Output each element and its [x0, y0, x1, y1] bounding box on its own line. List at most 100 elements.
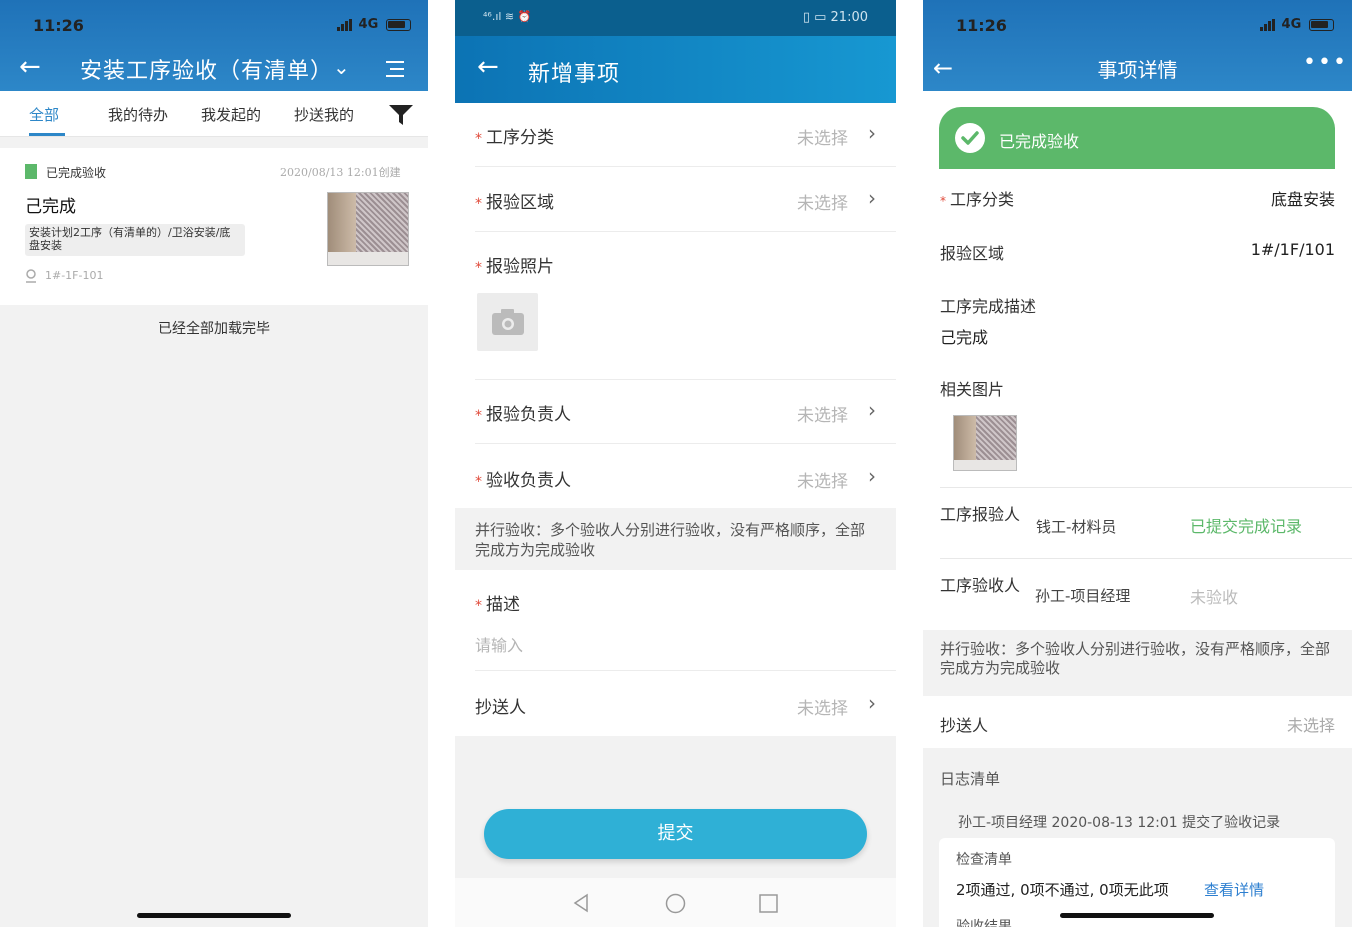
- form-lower: * 描述 请输入 抄送人 未选择 ›: [455, 570, 896, 736]
- acceptor-status: 未验收: [1190, 588, 1239, 607]
- chevron-right-icon: ›: [868, 691, 876, 715]
- checklist-summary: 2项通过, 0项不通过, 0项无此项: [956, 881, 1169, 899]
- signal-icon: [337, 18, 354, 31]
- tab-my-todo[interactable]: 我的待办: [108, 104, 168, 125]
- submit-button[interactable]: 提交: [484, 809, 867, 859]
- signal-icon: [1260, 18, 1277, 31]
- filter-icon[interactable]: [388, 103, 414, 127]
- page-title[interactable]: 安装工序验收（有清单）: [80, 53, 333, 85]
- item-photo[interactable]: [327, 192, 409, 266]
- chevron-right-icon: ›: [868, 398, 876, 422]
- result-label: 验收结果: [956, 919, 1012, 927]
- loaded-all-text: 已经全部加载完毕: [158, 321, 270, 337]
- more-icon[interactable]: •••: [1303, 50, 1348, 75]
- required-mark: *: [475, 131, 482, 147]
- cc-label: 抄送人: [940, 716, 989, 735]
- area-value: 1#/1F/101: [1250, 240, 1335, 259]
- description-input[interactable]: 请输入: [475, 632, 523, 656]
- cc-value[interactable]: 未选择: [1287, 712, 1335, 736]
- status-indicators: 4G: [1260, 17, 1334, 32]
- form: * 工序分类 未选择 › * 报验区域 未选择 › * 报验照片 * 报验负责人 未选择…: [455, 103, 896, 508]
- tab-all[interactable]: 全部: [29, 104, 59, 125]
- battery-icon: [1308, 18, 1334, 31]
- chevron-right-icon: ›: [868, 464, 876, 488]
- acceptor-name: 孙工-项目经理: [1035, 587, 1131, 605]
- required-mark: *: [475, 474, 482, 490]
- category-label: * 工序分类: [940, 190, 1015, 209]
- row-label: 报验区域: [486, 193, 554, 213]
- network-type: 4G: [358, 17, 379, 32]
- network-type: 4G: [1281, 17, 1302, 32]
- status-bar: ⁴⁶.ıl ≋ ⏰ ▯ ▭ 21:00: [455, 0, 896, 36]
- header: ← 新增事项: [455, 36, 896, 103]
- back-arrow-icon[interactable]: ←: [477, 52, 499, 82]
- completion-desc-label: 工序完成描述: [940, 297, 1037, 316]
- divider: [940, 558, 1352, 559]
- required-mark: *: [475, 408, 482, 424]
- row-label: 描述: [486, 595, 520, 615]
- required-mark: *: [475, 598, 482, 614]
- status-left: ⁴⁶.ıl ≋ ⏰: [483, 10, 532, 23]
- related-photo[interactable]: [953, 415, 1017, 471]
- home-indicator[interactable]: [137, 913, 291, 918]
- area-label: 报验区域: [940, 244, 1005, 263]
- banner-text: 已完成验收: [999, 132, 1080, 151]
- parallel-acceptance-note: 并行验收：多个验收人分别进行验收，没有严格顺序，全部完成方为完成验收: [923, 630, 1352, 696]
- row-acceptance-owner[interactable]: * 验收负责人 未选择 ›: [475, 444, 896, 508]
- reporter-name: 钱工-材料员: [1036, 518, 1117, 536]
- reporter-label: 工序报验人: [940, 505, 1021, 524]
- camera-icon: [492, 309, 524, 335]
- log-list: 孙工-项目经理 2020-08-13 12:01 提交了验收记录 检查清单 2项…: [923, 794, 1352, 927]
- page-title: 事项详情: [1097, 58, 1178, 82]
- check-circle-icon: [955, 123, 985, 153]
- log-entry: 孙工-项目经理 2020-08-13 12:01 提交了验收记录: [958, 815, 1281, 831]
- android-nav-bar: [455, 878, 896, 927]
- row-inspection-area[interactable]: * 报验区域 未选择 ›: [475, 167, 896, 232]
- screen-item-detail: 11:26 4G ← 事项详情 ••• 已完成验收 * 工序分类 底盘安装 报验区…: [923, 0, 1352, 927]
- row-label: 抄送人: [475, 698, 526, 718]
- list-item[interactable]: 已完成验收 2020/08/13 12:01创建 己完成 安装计划2工序（有清单…: [0, 148, 428, 305]
- parallel-acceptance-note: 并行验收：多个验收人分别进行验收，没有严格顺序，全部完成方为完成验收: [455, 508, 896, 570]
- row-value: 未选择: [797, 472, 848, 492]
- chevron-down-icon[interactable]: ⌄: [333, 55, 350, 79]
- row-value: 未选择: [797, 406, 848, 426]
- menu-icon[interactable]: [384, 61, 404, 77]
- nav-back-icon[interactable]: [571, 893, 591, 913]
- row-value: 未选择: [797, 699, 848, 719]
- images-label: 相关图片: [940, 380, 1005, 399]
- item-title: 己完成: [25, 197, 76, 217]
- location-text: 1#-1F-101: [45, 269, 104, 282]
- row-inspection-photo: * 报验照片: [475, 232, 896, 380]
- process-path: 安装计划2工序（有清单的）/卫浴安装/底盘安装: [25, 224, 245, 256]
- category-value: 底盘安装: [1270, 190, 1335, 209]
- reporter-status[interactable]: 已提交完成记录: [1190, 513, 1302, 537]
- checklist-label: 检查清单: [956, 852, 1012, 868]
- row-value: 未选择: [797, 194, 848, 214]
- status-time: 11:26: [33, 16, 84, 35]
- status-marker: [25, 164, 37, 179]
- nav-recents-icon[interactable]: [759, 894, 778, 913]
- chevron-right-icon: ›: [868, 121, 876, 145]
- home-indicator[interactable]: [1060, 913, 1214, 918]
- page-title: 新增事项: [528, 62, 621, 87]
- log-header: 日志清单: [923, 748, 1352, 794]
- row-label: 验收负责人: [486, 471, 571, 491]
- nav-home-icon[interactable]: [665, 893, 686, 914]
- view-details-link[interactable]: 查看详情: [1204, 879, 1264, 900]
- add-photo-button[interactable]: [477, 293, 538, 351]
- tab-initiated[interactable]: 我发起的: [201, 104, 261, 125]
- screen-new-item: ⁴⁶.ıl ≋ ⏰ ▯ ▭ 21:00 ← 新增事项 * 工序分类 未选择 › *…: [455, 0, 896, 927]
- row-process-category[interactable]: * 工序分类 未选择 ›: [475, 103, 896, 167]
- tab-cc-to-me[interactable]: 抄送我的: [294, 104, 354, 125]
- acceptor-label: 工序验收人: [940, 576, 1021, 595]
- back-arrow-icon[interactable]: ←: [19, 52, 41, 82]
- status-banner: 已完成验收: [939, 107, 1335, 169]
- row-label: 报验负责人: [486, 405, 571, 425]
- screen-process-list: 11:26 4G ← 安装工序验收（有清单） ⌄ 全部 我的待办 我发起的 抄送…: [0, 0, 428, 927]
- created-date: 2020/08/13 12:01创建: [280, 166, 401, 179]
- row-inspection-owner[interactable]: * 报验负责人 未选择 ›: [475, 380, 896, 444]
- active-tab-indicator: [29, 133, 65, 136]
- row-label: 报验照片: [486, 257, 554, 277]
- row-cc[interactable]: 抄送人 未选择 ›: [475, 671, 896, 736]
- required-mark: *: [475, 196, 482, 212]
